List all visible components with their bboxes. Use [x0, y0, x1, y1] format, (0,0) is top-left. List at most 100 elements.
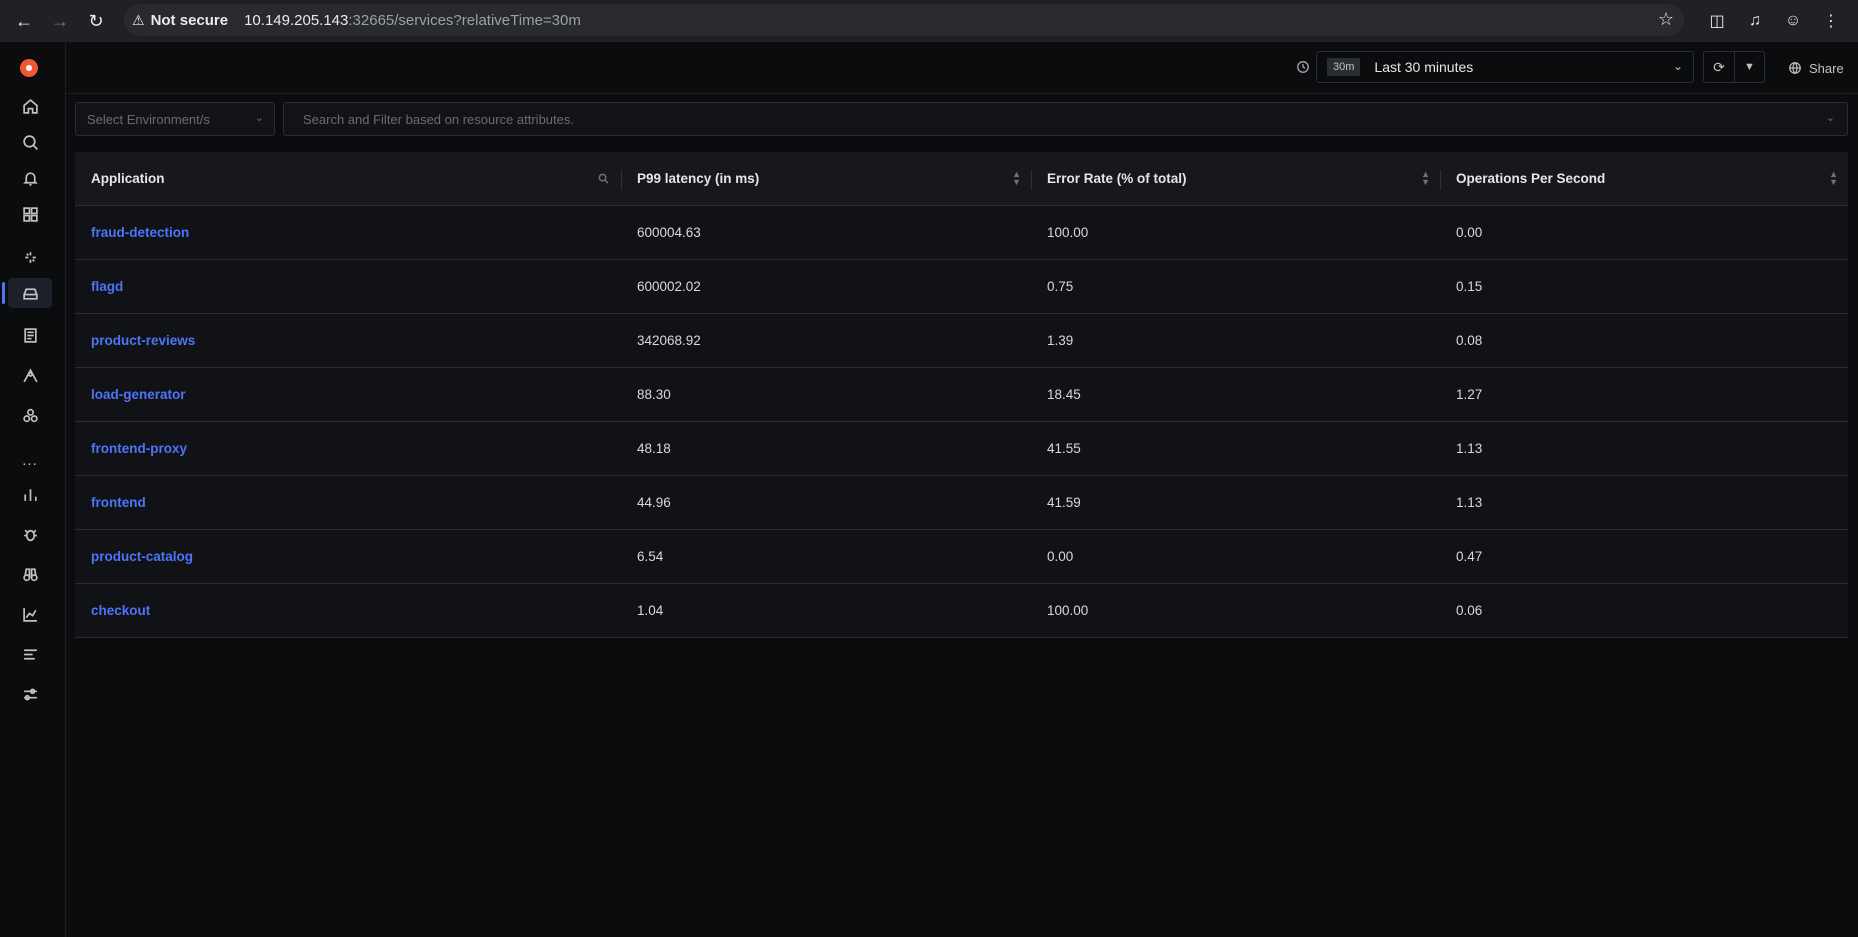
column-header-application[interactable]: Application — [75, 152, 621, 206]
p99-latency-cell: 6.54 — [637, 549, 664, 564]
table-header: Application P99 latency (in ms) ▲ ▼ Error… — [75, 152, 1848, 206]
error-rate-cell: 0.75 — [1047, 279, 1074, 294]
environment-placeholder: Select Environment/s — [87, 111, 210, 127]
pipelines-icon[interactable] — [8, 639, 52, 669]
explorer-binoculars-icon[interactable] — [8, 559, 52, 589]
ops-per-second-cell: 1.13 — [1456, 441, 1483, 456]
media-control-icon[interactable]: ♫ — [1738, 3, 1772, 39]
sparkle-icon[interactable] — [8, 242, 52, 272]
alerts-bell-icon[interactable] — [8, 163, 52, 193]
column-divider — [1031, 169, 1032, 190]
table-row[interactable]: checkout 1.04 100.00 0.06 — [75, 584, 1848, 638]
p99-latency-cell: 600004.63 — [637, 225, 701, 240]
column-label: Operations Per Second — [1456, 171, 1606, 186]
logs-icon[interactable] — [8, 320, 52, 350]
share-label: Share — [1809, 60, 1844, 76]
browser-toolbar: ← → ↻ ⚠ Not secure 10.149.205.143:32665/… — [0, 0, 1858, 42]
metrics-bar-icon[interactable] — [8, 479, 52, 509]
ops-per-second-cell: 0.00 — [1456, 225, 1483, 240]
ops-per-second-cell: 0.08 — [1456, 333, 1483, 348]
time-range-badge: 30m — [1327, 58, 1361, 76]
table-row[interactable]: product-catalog 6.54 0.00 0.47 — [75, 530, 1848, 584]
error-rate-cell: 1.39 — [1047, 333, 1074, 348]
services-table: Application P99 latency (in ms) ▲ ▼ Error… — [75, 152, 1848, 638]
sort-icon[interactable]: ▲ ▼ — [1829, 169, 1838, 186]
column-label: Application — [91, 171, 165, 186]
refresh-icon[interactable]: ⟳ — [1704, 52, 1735, 82]
table-row[interactable]: flagd 600002.02 0.75 0.15 — [75, 260, 1848, 314]
back-icon[interactable]: ← — [6, 3, 42, 39]
globe-icon — [1789, 62, 1801, 75]
url-path: :32665/services?relativeTime=30m — [348, 11, 581, 29]
security-label: Not secure — [150, 11, 229, 29]
table-row[interactable]: load-generator 88.30 18.45 1.27 — [75, 368, 1848, 422]
application-link[interactable]: frontend-proxy — [75, 441, 621, 456]
column-divider — [621, 169, 622, 190]
error-rate-cell: 18.45 — [1047, 387, 1081, 402]
dashboards-icon[interactable] — [8, 199, 52, 229]
table-row[interactable]: frontend 44.96 41.59 1.13 — [75, 476, 1848, 530]
page-header: 30m Last 30 minutes ⌄ ⟳ ▼ Share — [66, 42, 1858, 94]
error-rate-cell: 0.00 — [1047, 549, 1074, 564]
environment-select[interactable]: Select Environment/s ⌄ — [75, 102, 275, 136]
p99-latency-cell: 600002.02 — [637, 279, 701, 294]
time-range-label: Last 30 minutes — [1374, 59, 1474, 75]
ops-per-second-cell: 0.06 — [1456, 603, 1483, 618]
application-link[interactable]: fraud-detection — [75, 225, 621, 240]
traces-icon[interactable] — [8, 360, 52, 390]
column-header-ops-per-second[interactable]: Operations Per Second ▲ ▼ — [1440, 152, 1848, 206]
p99-latency-cell: 44.96 — [637, 495, 671, 510]
chevron-down-icon: ⌄ — [1825, 112, 1835, 124]
exceptions-bug-icon[interactable] — [8, 519, 52, 549]
url-text: 10.149.205.143:32665/services?relativeTi… — [244, 12, 581, 29]
table-row[interactable]: product-reviews 342068.92 1.39 0.08 — [75, 314, 1848, 368]
p99-latency-cell: 342068.92 — [637, 333, 701, 348]
column-label: Error Rate (% of total) — [1047, 171, 1187, 186]
services-icon[interactable] — [2, 278, 52, 308]
resource-search-input[interactable]: Search and Filter based on resource attr… — [283, 102, 1848, 136]
sort-icon[interactable]: ▲ ▼ — [1012, 169, 1021, 186]
search-icon[interactable] — [598, 172, 609, 187]
ops-per-second-cell: 1.27 — [1456, 387, 1483, 402]
refresh-interval-dropdown-icon[interactable]: ▼ — [1735, 52, 1764, 82]
more-icon[interactable]: ... — [8, 445, 52, 475]
clock-icon — [1296, 60, 1312, 76]
integrations-icon[interactable] — [8, 400, 52, 430]
table-row[interactable]: frontend-proxy 48.18 41.55 1.13 — [75, 422, 1848, 476]
sort-icon[interactable]: ▲ ▼ — [1421, 169, 1430, 186]
application-link[interactable]: product-catalog — [75, 549, 621, 564]
time-range-selector[interactable]: 30m Last 30 minutes ⌄ — [1316, 51, 1694, 83]
application-link[interactable]: product-reviews — [75, 333, 621, 348]
chevron-down-icon: ⌄ — [1672, 59, 1683, 73]
line-chart-icon[interactable] — [8, 599, 52, 629]
application-link[interactable]: frontend — [75, 495, 621, 510]
browser-menu-icon[interactable]: ⋮ — [1814, 3, 1848, 39]
security-indicator[interactable]: ⚠ Not secure — [124, 12, 228, 29]
column-label: P99 latency (in ms) — [637, 171, 760, 186]
bookmark-star-icon[interactable]: ☆ — [1658, 9, 1674, 30]
refresh-control: ⟳ ▼ — [1703, 51, 1765, 83]
profile-icon[interactable]: ☺ — [1776, 3, 1810, 39]
extensions-icon[interactable]: ◫ — [1700, 3, 1734, 39]
ops-per-second-cell: 0.15 — [1456, 279, 1483, 294]
share-button[interactable]: Share — [1788, 58, 1844, 78]
home-icon[interactable] — [8, 91, 52, 121]
sidebar: ... — [0, 42, 66, 937]
forward-icon[interactable]: → — [42, 3, 78, 39]
table-row[interactable]: fraud-detection 600004.63 100.00 0.00 — [75, 206, 1848, 260]
search-icon[interactable] — [8, 127, 52, 157]
application-link[interactable]: load-generator — [75, 387, 621, 402]
column-divider — [1440, 169, 1441, 190]
address-bar[interactable]: ⚠ Not secure 10.149.205.143:32665/servic… — [124, 4, 1684, 36]
settings-sliders-icon[interactable] — [8, 679, 52, 709]
logo-icon[interactable] — [20, 59, 38, 77]
application-link[interactable]: checkout — [75, 603, 621, 618]
reload-icon[interactable]: ↻ — [78, 3, 114, 39]
column-header-p99-latency[interactable]: P99 latency (in ms) ▲ ▼ — [621, 152, 1031, 206]
warning-icon: ⚠ — [132, 11, 145, 28]
p99-latency-cell: 48.18 — [637, 441, 671, 456]
column-header-error-rate[interactable]: Error Rate (% of total) ▲ ▼ — [1031, 152, 1440, 206]
error-rate-cell: 100.00 — [1047, 603, 1089, 618]
error-rate-cell: 100.00 — [1047, 225, 1089, 240]
application-link[interactable]: flagd — [75, 279, 621, 294]
